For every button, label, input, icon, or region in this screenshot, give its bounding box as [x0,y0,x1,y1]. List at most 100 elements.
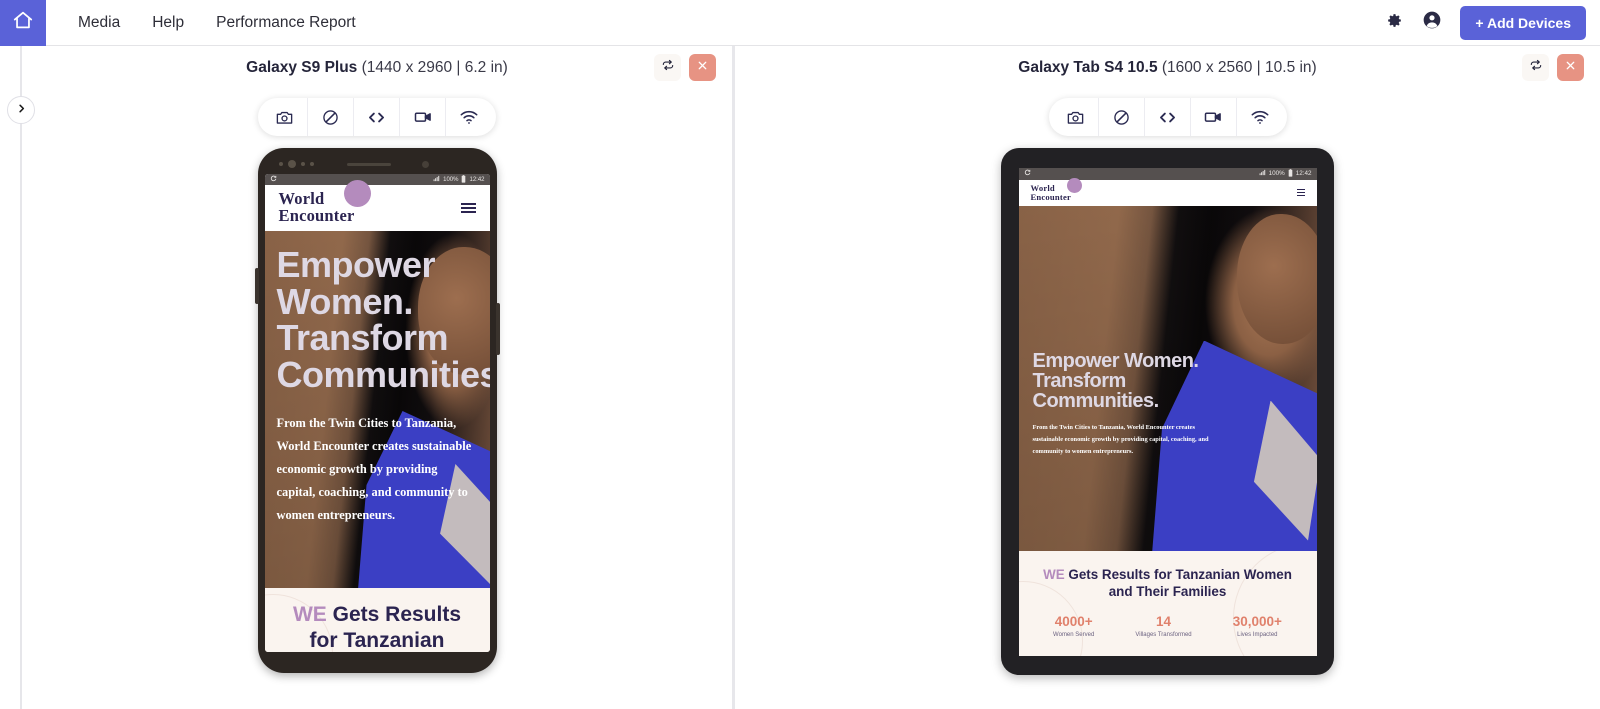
device-header-phone: Galaxy S9 Plus (1440 x 2960 | 6.2 in) [22,46,732,90]
device-panel-galaxy-s9-plus: Galaxy S9 Plus (1440 x 2960 | 6.2 in) 10… [22,46,732,709]
hamburger-menu-icon[interactable] [1296,189,1305,196]
site-logo-tablet[interactable]: World Encounter [1031,177,1082,202]
sync-icon [1024,169,1031,178]
site-hero-phone: Empower Women. Transform Communities. Fr… [264,231,490,588]
stat-item: 14 Villages Transformed [1135,614,1191,638]
rotate-device-button-tablet[interactable] [1522,54,1549,81]
stats-title-rest-tablet: Gets Results for Tanzanian Women and The… [1064,566,1292,599]
device-title-phone: Galaxy S9 Plus (1440 x 2960 | 6.2 in) [246,59,508,77]
hero-title-phone: Empower Women. Transform Communities. [276,244,490,396]
device-toolbar-tablet [1048,98,1287,136]
inspect-code-icon[interactable] [354,98,400,136]
close-icon [696,59,709,77]
signal-icon [433,175,440,184]
battery-percent-tablet: 100% [1268,170,1285,177]
nav-links: Media Help Performance Report [62,8,372,38]
rotate-lock-icon[interactable] [308,98,354,136]
account-button[interactable] [1422,10,1442,35]
device-header-actions-phone [654,54,716,81]
site-header-tablet: World Encounter [1018,177,1317,206]
site-stats-tablet: WE Gets Results for Tanzanian Women and … [1018,550,1317,656]
record-video-icon[interactable] [400,98,446,136]
account-circle-icon [1422,10,1442,35]
sync-icon [270,175,277,184]
phone-power-button [495,303,500,355]
tablet-mockup: 100% 12:42 World Encounter Empower Women… [1001,148,1334,675]
logo-line-2-phone: Encounter [278,206,355,225]
close-device-button-tablet[interactable] [1557,54,1584,81]
stats-title-phone: WE Gets Results for Tanzanian Women and … [265,602,490,652]
battery-icon [1288,168,1293,179]
stats-title-accent-tablet: WE [1043,566,1065,582]
site-header-phone: World Encounter [264,180,490,231]
site-hero-tablet: Empower Women. Transform Communities. Fr… [1018,205,1317,551]
device-spec-phone: (1440 x 2960 | 6.2 in) [361,59,508,76]
hero-text-phone: Empower Women. Transform Communities. Fr… [276,246,490,527]
rotate-lock-icon[interactable] [1099,98,1145,136]
hero-text-tablet: Empower Women. Transform Communities. Fr… [1032,349,1317,459]
battery-percent-phone: 100% [443,176,459,183]
device-panel-galaxy-tab-s4: Galaxy Tab S4 10.5 (1600 x 2560 | 10.5 i… [735,46,1600,709]
settings-button[interactable] [1385,11,1404,35]
home-icon [12,9,34,36]
tablet-screen[interactable]: 100% 12:42 World Encounter Empower Women… [1018,167,1317,656]
close-device-button-phone[interactable] [689,54,716,81]
stat-value: 30,000+ [1232,614,1282,630]
stat-label: Lives Impacted [1237,632,1278,639]
stat-item: 4000+ Women Served [1053,614,1094,638]
android-status-bar-phone: 100% 12:42 [264,174,490,185]
stat-value: 4000+ [1054,614,1093,630]
collapsed-sidebar-rail [0,46,35,709]
device-spec-tablet: (1600 x 2560 | 10.5 in) [1161,59,1317,76]
stat-label: Women Served [1053,632,1095,639]
device-name-phone: Galaxy S9 Plus [246,59,358,76]
stats-row-tablet: 4000+ Women Served 14 Villages Transform… [1019,614,1317,638]
hero-title-tablet: Empower Women. Transform Communities. [1032,349,1200,413]
clock-tablet: 12:42 [1295,170,1312,177]
signal-icon [1259,169,1266,178]
tablet-frame: 100% 12:42 World Encounter Empower Women… [1001,148,1334,675]
hero-portrait-tablet [1236,213,1317,344]
stat-value: 14 [1156,614,1172,630]
rotate-icon [1529,58,1543,77]
add-devices-button[interactable]: + Add Devices [1460,5,1586,40]
device-header-actions-tablet [1522,54,1584,81]
close-icon [1564,59,1577,77]
nav-link-performance-report[interactable]: Performance Report [200,8,372,38]
hamburger-menu-icon[interactable] [460,203,476,213]
network-throttle-icon[interactable] [446,98,492,136]
site-logo-phone[interactable]: World Encounter [278,180,371,225]
home-button[interactable] [0,0,46,46]
phone-screen[interactable]: 100% 12:42 World Encounter Empower Women… [264,174,490,652]
phone-front-camera [287,160,296,168]
record-video-icon[interactable] [1191,98,1237,136]
sidebar-expand-toggle[interactable] [7,96,35,124]
rotate-device-button-phone[interactable] [654,54,681,81]
inspect-code-icon[interactable] [1145,98,1191,136]
gear-icon [1385,11,1404,35]
phone-mockup: 100% 12:42 World Encounter Empower Women… [254,148,500,673]
nav-link-media[interactable]: Media [62,8,136,38]
network-throttle-icon[interactable] [1237,98,1283,136]
nav-right-actions: + Add Devices [1385,5,1600,40]
stats-title-tablet: WE Gets Results for Tanzanian Women and … [1019,566,1317,601]
hero-subtitle-phone: From the Twin Cities to Tanzania, World … [276,415,472,522]
site-stats-phone: WE Gets Results for Tanzanian Women and … [264,588,490,652]
phone-sensor-dot [300,162,305,166]
device-title-tablet: Galaxy Tab S4 10.5 (1600 x 2560 | 10.5 i… [1018,59,1316,77]
screenshot-icon[interactable] [262,98,308,136]
top-navigation-bar: Media Help Performance Report + Add Devi… [0,0,1600,46]
screenshot-icon[interactable] [1053,98,1099,136]
phone-notch [265,154,490,174]
clock-phone: 12:42 [469,176,485,183]
stats-title-accent-phone: WE [292,603,327,626]
device-name-tablet: Galaxy Tab S4 10.5 [1018,59,1158,76]
chevron-right-icon [16,101,27,119]
hero-subtitle-tablet: From the Twin Cities to Tanzania, World … [1032,423,1209,456]
device-panels-container: Galaxy S9 Plus (1440 x 2960 | 6.2 in) 10… [22,46,1600,709]
device-toolbar-phone [258,98,496,136]
stat-label: Villages Transformed [1135,632,1192,639]
nav-link-help[interactable]: Help [136,8,200,38]
phone-iris-sensor [421,160,429,168]
phone-earpiece [346,162,391,166]
